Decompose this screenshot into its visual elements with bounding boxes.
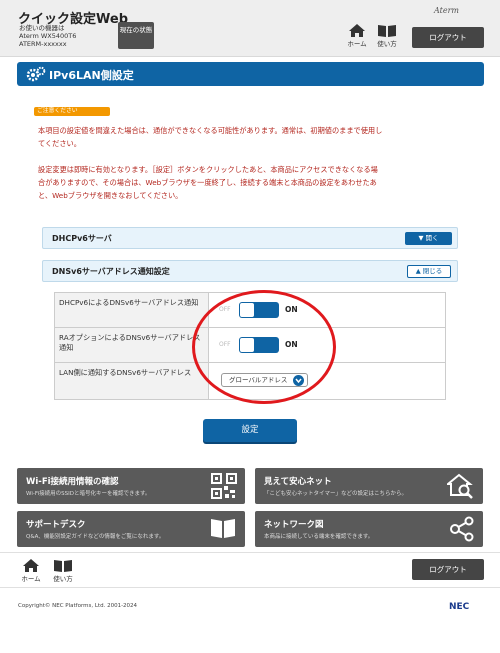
tile-subtitle: 「こども安心ネットタイマー」などの設定はこちらから。 <box>264 491 408 497</box>
footer-logout-button[interactable]: ログアウト <box>412 559 484 580</box>
network-icon <box>450 516 474 542</box>
caution-tag: ご注意ください <box>34 107 110 116</box>
notice-line-4: 合がありますので、その場合は、Webブラウザを一度終了し、接続する端末と本商品の… <box>38 178 377 187</box>
tile-wifi-info[interactable]: Wi-Fi接続用情報の確認 Wi-Fi接続用のSSIDと暗号化キーを確認できます… <box>17 468 245 504</box>
notice-line-2: てください。 <box>38 139 81 148</box>
setting-label: LAN側に通知するDNSv6サーバアドレス <box>55 363 209 399</box>
chevron-down-icon: ▼ <box>418 234 426 242</box>
dhcpv6-section-header[interactable]: DHCPv6サーバ ▼ 開く <box>42 227 458 249</box>
page-title: IPv6LAN側設定 <box>49 69 134 82</box>
open-label: 開く <box>425 234 439 242</box>
nec-logo: NEC <box>449 602 470 612</box>
gear-icon <box>26 66 46 82</box>
notice-line-5: と、Webブラウザを開きなおしてください。 <box>38 191 183 200</box>
dnsv6-section-header[interactable]: DNSv6サーバアドレス通知設定 ▲ 閉じる <box>42 260 458 282</box>
device-info: お使いの機器は Aterm WX5400T6 ATERM-xxxxxx <box>19 24 76 48</box>
tile-title: サポートデスク <box>26 520 86 530</box>
dhcpv6-section-title: DHCPv6サーバ <box>52 234 112 243</box>
tile-title: ネットワーク図 <box>264 520 324 530</box>
tile-subtitle: Wi-Fi接続用のSSIDと暗号化キーを確認できます。 <box>26 491 151 497</box>
notice-line-3: 設定変更は即時に有効となります。［設定］ボタンをクリックしたあと、本商品にアクセ… <box>38 165 378 174</box>
current-status-button[interactable]: 現在の状態 <box>118 22 154 49</box>
tile-title: 見えて安心ネット <box>264 477 332 487</box>
close-label: 閉じる <box>422 267 443 275</box>
chevron-up-icon: ▲ <box>415 267 423 275</box>
book-icon <box>378 25 396 37</box>
device-label: お使いの機器は <box>19 24 65 32</box>
guide-label: 使い方 <box>377 40 397 48</box>
highlight-circle <box>192 290 336 404</box>
home-label: ホーム <box>21 575 41 583</box>
footer-divider <box>0 552 500 553</box>
home-button[interactable]: ホーム <box>342 23 372 53</box>
logout-button[interactable]: ログアウト <box>412 27 484 48</box>
guide-label: 使い方 <box>53 575 73 583</box>
tile-network-map[interactable]: ネットワーク図 本商品に接続している端末を確認できます。 <box>255 511 483 547</box>
dhcpv6-open-button[interactable]: ▼ 開く <box>405 232 452 245</box>
tile-mieru-anshin-net[interactable]: 見えて安心ネット 「こども安心ネットタイマー」などの設定はこちらから。 <box>255 468 483 504</box>
tile-subtitle: Q&A、機能別設定ガイドなどの情報をご覧になれます。 <box>26 534 165 540</box>
device-id: ATERM-xxxxxx <box>19 40 67 48</box>
home-label: ホーム <box>347 40 367 48</box>
footer-guide-button[interactable]: 使い方 <box>48 558 78 588</box>
setting-label: DHCPv6によるDNSv6サーバアドレス通知 <box>55 293 209 327</box>
footer-divider-bottom <box>0 587 500 588</box>
aterm-logo: Aterm <box>434 6 459 15</box>
dnsv6-section-title: DNSv6サーバアドレス通知設定 <box>52 267 170 276</box>
dnsv6-close-button[interactable]: ▲ 閉じる <box>407 265 451 278</box>
page-title-banner: IPv6LAN側設定 <box>17 62 484 86</box>
set-button[interactable]: 設定 <box>203 419 297 442</box>
home-icon <box>23 559 39 572</box>
notice-line-1: 本項目の設定値を間違えた場合は、通信ができなくなる可能性があります。通常は、初期… <box>38 126 383 135</box>
book-icon <box>211 519 235 538</box>
copyright-text: Copyright© NEC Platforms, Ltd. 2001-2024 <box>18 603 138 609</box>
guide-button[interactable]: 使い方 <box>372 23 402 53</box>
tile-subtitle: 本商品に接続している端末を確認できます。 <box>264 534 374 540</box>
tile-support-desk[interactable]: サポートデスク Q&A、機能別設定ガイドなどの情報をご覧になれます。 <box>17 511 245 547</box>
book-icon <box>54 560 72 572</box>
home-icon <box>349 24 365 37</box>
footer-home-button[interactable]: ホーム <box>16 558 46 588</box>
tile-title: Wi-Fi接続用情報の確認 <box>26 477 119 487</box>
house-magnifier-icon <box>447 473 473 499</box>
qr-code-icon <box>211 473 237 499</box>
setting-label: RAオプションによるDNSv6サーバアドレス通知 <box>55 328 209 362</box>
device-model: Aterm WX5400T6 <box>19 32 77 40</box>
